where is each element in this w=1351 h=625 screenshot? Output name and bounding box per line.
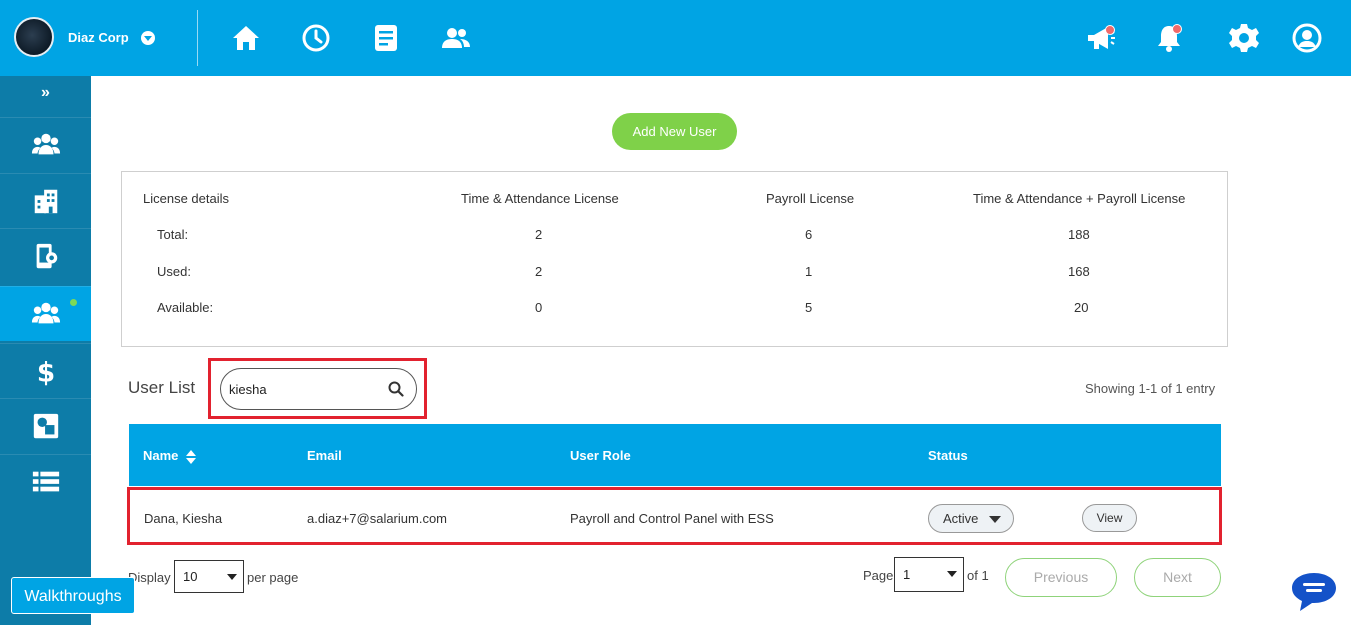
cell-user-role: Payroll and Control Panel with ESS	[570, 511, 774, 526]
column-header-user-role: User Role	[570, 448, 631, 463]
gear-icon[interactable]	[1228, 22, 1260, 54]
company-name[interactable]: Diaz Corp	[68, 30, 129, 45]
dollar-icon: $	[36, 358, 54, 386]
svg-text:$: $	[36, 358, 54, 386]
per-page-label: per page	[247, 570, 299, 585]
active-indicator	[70, 299, 77, 306]
sidebar-item-company[interactable]	[0, 173, 91, 228]
chevron-down-icon	[989, 516, 1001, 523]
building-icon	[34, 189, 57, 214]
column-header-name[interactable]: Name	[143, 448, 197, 464]
license-header-payroll: Payroll License	[766, 191, 855, 206]
mobile-settings-icon	[36, 243, 57, 269]
sort-icon[interactable]	[186, 449, 197, 464]
cell-email: a.diaz+7@salarium.com	[307, 511, 448, 526]
add-new-user-button[interactable]: Add New User	[612, 113, 737, 150]
next-button[interactable]: Next	[1134, 558, 1221, 597]
license-row-label: Total:	[157, 227, 189, 242]
per-page-value: 10	[183, 569, 198, 584]
license-header-combined: Time & Attendance + Payroll License	[973, 191, 1186, 206]
bell-icon[interactable]	[1153, 22, 1185, 54]
walkthroughs-button[interactable]: Walkthroughs	[11, 577, 135, 614]
column-header-email: Email	[307, 448, 342, 463]
column-header-status: Status	[928, 448, 968, 463]
sidebar-item-employees[interactable]	[0, 117, 91, 172]
chevron-down-icon	[947, 571, 957, 577]
previous-button[interactable]: Previous	[1005, 558, 1117, 597]
view-button[interactable]: View	[1082, 504, 1137, 532]
search-icon[interactable]	[388, 381, 404, 397]
list-icon	[32, 471, 59, 492]
chat-icon[interactable]	[1290, 571, 1338, 613]
per-page-select[interactable]: 10	[174, 560, 244, 593]
users-group-icon	[31, 133, 60, 155]
license-details-panel: License details Time & Attendance Licens…	[121, 171, 1228, 347]
company-dropdown-icon[interactable]	[141, 31, 155, 45]
home-icon[interactable]	[230, 22, 262, 54]
license-value: 168	[1068, 264, 1090, 279]
divider	[197, 10, 198, 66]
user-account-icon[interactable]	[1291, 22, 1323, 54]
status-dropdown[interactable]: Active	[928, 504, 1014, 533]
sidebar-item-payroll[interactable]: $	[0, 343, 91, 398]
page-value: 1	[903, 567, 911, 582]
license-header-time-attendance: Time & Attendance License	[461, 191, 619, 206]
sidebar-item-modules[interactable]	[0, 398, 91, 453]
license-value: 188	[1068, 227, 1090, 242]
sidebar-item-list[interactable]	[0, 454, 91, 509]
top-bar: Diaz Corp	[0, 0, 1351, 76]
license-value: 1	[805, 264, 813, 279]
user-list-title: User List	[128, 378, 196, 397]
license-value: 2	[535, 227, 543, 242]
page-total-label: of 1	[967, 568, 989, 583]
search-input[interactable]	[229, 379, 379, 399]
chevron-down-icon	[227, 574, 237, 580]
status-label: Active	[943, 511, 979, 526]
license-row-label: Used:	[157, 264, 191, 279]
cell-name: Dana, Kiesha	[144, 511, 223, 526]
users-icon[interactable]	[440, 22, 472, 54]
license-value: 0	[535, 300, 543, 315]
notification-dot	[1172, 24, 1182, 34]
license-value: 2	[535, 264, 543, 279]
license-header-details: License details	[143, 191, 229, 206]
clock-icon[interactable]	[300, 22, 332, 54]
notification-dot	[1105, 25, 1115, 35]
search-field[interactable]	[220, 368, 417, 410]
column-header-name-label: Name	[143, 448, 179, 463]
document-icon[interactable]	[370, 22, 402, 54]
megaphone-icon[interactable]	[1085, 22, 1117, 54]
sidebar-item-users[interactable]	[0, 286, 91, 341]
sidebar: » $	[0, 76, 91, 625]
page-select[interactable]: 1	[894, 557, 964, 592]
sidebar-item-devices[interactable]	[0, 228, 91, 283]
page-label: Page	[863, 568, 894, 583]
table-header: Name Email User Role Status	[129, 424, 1221, 486]
license-value: 20	[1074, 300, 1089, 315]
showing-entries-text: Showing 1-1 of 1 entry	[1085, 381, 1216, 396]
company-logo[interactable]	[14, 17, 54, 57]
license-row-label: Available:	[157, 300, 214, 315]
license-value: 6	[805, 227, 813, 242]
shapes-icon	[33, 413, 58, 439]
users-group-icon	[31, 302, 60, 324]
license-value: 5	[805, 300, 813, 315]
sidebar-expand-button[interactable]: »	[0, 84, 91, 112]
